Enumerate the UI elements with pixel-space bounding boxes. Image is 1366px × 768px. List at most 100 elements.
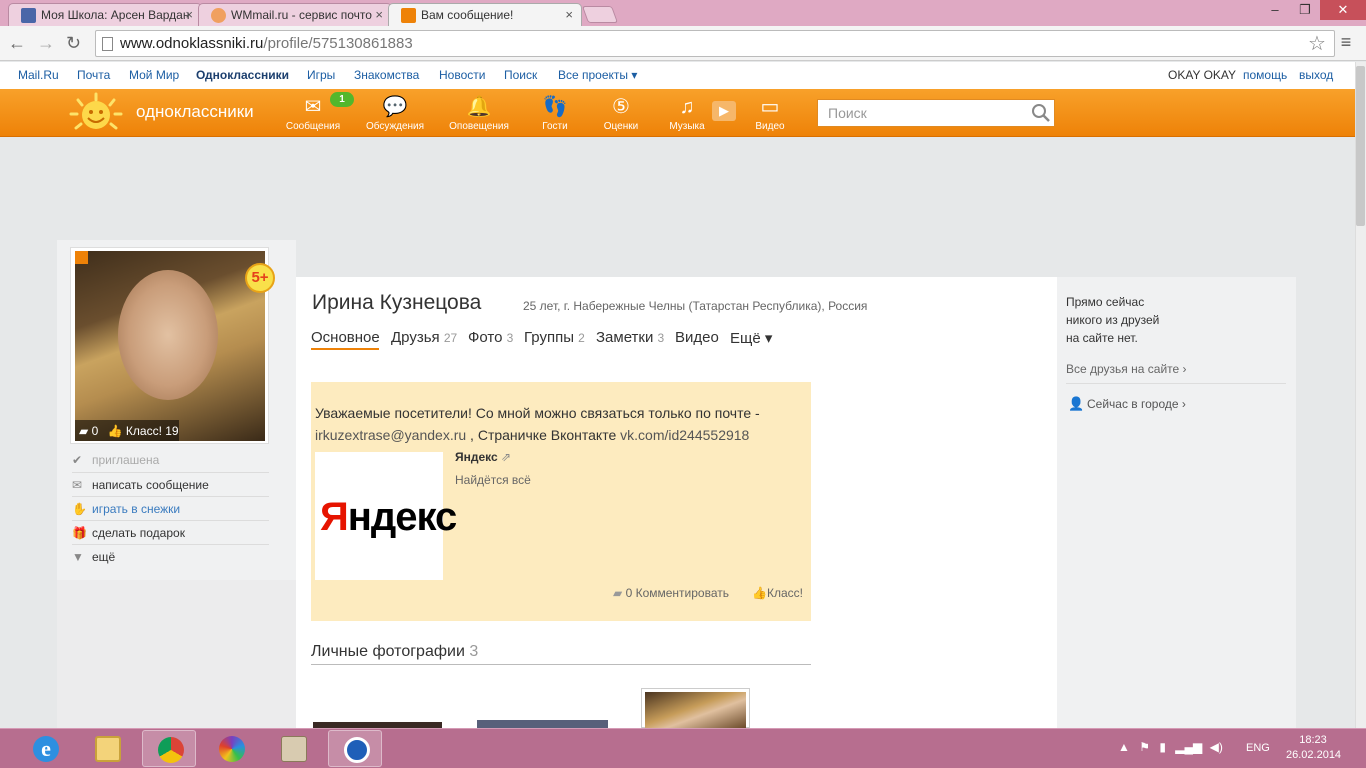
tool-taskbar-button[interactable] <box>266 730 320 767</box>
thumbs-up-icon: 👍 <box>107 424 123 438</box>
bell-icon: 🔔 <box>466 96 492 118</box>
portal-link-poisk[interactable]: Поиск <box>504 68 537 82</box>
rating-badge[interactable]: 5+ <box>245 263 275 293</box>
nav-label: Сообщения <box>285 121 341 132</box>
forward-arrow-icon[interactable]: → <box>37 33 55 54</box>
tab-notes[interactable]: Заметки 3 <box>596 329 664 346</box>
photos-heading[interactable]: Личные фотографии 3 <box>311 643 478 661</box>
app-taskbar-button[interactable] <box>204 730 258 767</box>
new-tab-button[interactable] <box>581 6 619 23</box>
sun-logo-icon[interactable] <box>68 92 124 136</box>
portal-link-mailru[interactable]: Mail.Ru <box>18 68 59 82</box>
tab-ok-message[interactable]: Вам сообщение! × <box>388 3 582 26</box>
tab-count: 3 <box>657 331 665 345</box>
all-friends-online-link[interactable]: Все друзья на сайте › <box>1066 362 1187 376</box>
check-icon: ✔ <box>72 453 83 467</box>
nav-ratings[interactable]: ⑤ Оценки <box>586 95 656 132</box>
close-tab-icon[interactable]: × <box>565 7 573 22</box>
nav-discussions[interactable]: 💬 Обсуждения <box>360 95 430 132</box>
tab-main[interactable]: Основное <box>311 329 380 346</box>
taskbar-clock[interactable]: 18:23 26.02.2014 <box>1286 733 1341 763</box>
klass-button[interactable]: 👍Класс! <box>752 586 803 600</box>
tab-label: Моя Школа: Арсен Вардан <box>41 8 190 22</box>
photo-thumbnail[interactable] <box>477 720 608 728</box>
close-tab-icon[interactable]: × <box>185 7 193 22</box>
show-hidden-icons-icon[interactable]: ▲ <box>1118 740 1130 754</box>
close-tab-icon[interactable]: × <box>375 7 383 22</box>
tab-myschool[interactable]: Моя Школа: Арсен Вардан × <box>8 3 202 26</box>
footprints-icon: 👣 <box>542 96 568 118</box>
folder-icon <box>95 736 121 762</box>
back-arrow-icon[interactable]: ← <box>8 33 26 54</box>
logout-link[interactable]: выход <box>1299 68 1333 82</box>
myschool-favicon-icon <box>21 8 36 23</box>
portal-link-igry[interactable]: Игры <box>307 68 335 82</box>
language-indicator[interactable]: ENG <box>1246 742 1270 754</box>
tab-groups[interactable]: Группы 2 <box>524 329 585 346</box>
tab-wmmail[interactable]: WMmail.ru - сервис почто × <box>198 3 392 26</box>
url-path: /profile/575130861883 <box>263 35 413 52</box>
portal-link-novosti[interactable]: Новости <box>439 68 485 82</box>
logo-first-letter: Я <box>320 495 349 539</box>
photo-thumbnail[interactable] <box>645 692 746 728</box>
portal-link-znakomstva[interactable]: Знакомства <box>354 68 419 82</box>
brand-name[interactable]: одноклассники <box>136 102 254 122</box>
scrollbar-thumb[interactable] <box>1356 66 1365 226</box>
bookmark-star-icon[interactable]: ☆ <box>1308 31 1326 56</box>
nav-label: Оценки <box>603 121 639 132</box>
system-tray[interactable]: ▲ ⚑ ▮ ▂▄▆ ◀) <box>1118 740 1223 754</box>
flag-icon[interactable]: ⚑ <box>1139 740 1150 754</box>
play-icon[interactable]: ▶ <box>712 101 736 121</box>
comment-label: 0 Комментировать <box>625 586 729 600</box>
tab-more[interactable]: Ещё ▾ <box>730 329 772 347</box>
battery-icon[interactable]: ▮ <box>1159 740 1166 754</box>
maximize-button[interactable]: ❐ <box>1290 0 1320 20</box>
status-line: никого из друзей <box>1066 313 1160 327</box>
ie-taskbar-button[interactable]: e <box>18 730 72 767</box>
ccleaner-taskbar-button[interactable] <box>328 730 382 767</box>
nav-notifications[interactable]: 🔔 Оповещения <box>444 95 514 132</box>
browser-menu-icon[interactable]: ≡ <box>1336 32 1356 53</box>
comment-icon: ▰ <box>613 586 623 600</box>
portal-link-moimir[interactable]: Мой Мир <box>129 68 179 82</box>
help-link[interactable]: помощь <box>1243 68 1287 82</box>
close-window-button[interactable]: ✕ <box>1320 0 1366 20</box>
chrome-taskbar-button[interactable] <box>142 730 196 767</box>
ratings-icon: ⑤ <box>612 96 630 118</box>
tab-label: Заметки <box>596 329 654 346</box>
right-divider <box>1066 383 1286 384</box>
now-in-city-link[interactable]: Сейчас в городе › <box>1087 397 1186 411</box>
action-more[interactable]: ▼ ещё <box>72 544 269 568</box>
action-snowballs[interactable]: ✋ играть в снежки <box>72 496 269 520</box>
action-gift[interactable]: 🎁 сделать подарок <box>72 520 269 544</box>
portal-link-all-projects[interactable]: Все проекты ▾ <box>558 68 637 82</box>
nav-label: Видео <box>755 121 785 132</box>
vk-link[interactable]: vk.com/id244552918 <box>620 427 749 443</box>
volume-icon[interactable]: ◀) <box>1210 740 1223 754</box>
explorer-taskbar-button[interactable] <box>80 730 134 767</box>
tab-label: Группы <box>524 329 574 346</box>
tab-friends[interactable]: Друзья 27 <box>391 329 457 346</box>
avatar-stats[interactable]: ▰ 0 👍 Класс! 19 <box>75 420 179 441</box>
ok-favicon-icon <box>401 8 416 23</box>
reload-icon[interactable]: ↻ <box>66 33 81 54</box>
nav-video[interactable]: ▭ Видео <box>735 95 805 132</box>
search-icon[interactable] <box>1030 103 1052 123</box>
tab-photos[interactable]: Фото 3 <box>468 329 513 346</box>
portal-username[interactable]: OKAY OKAY <box>1168 68 1236 82</box>
portal-link-pochta[interactable]: Почта <box>77 68 110 82</box>
link-preview-title[interactable]: Яндекс ⇗ <box>455 450 511 464</box>
search-input[interactable]: Поиск <box>817 99 1055 127</box>
messages-count-badge: 1 <box>330 92 354 107</box>
minimize-button[interactable]: – <box>1260 0 1290 20</box>
portal-link-odnoklassniki[interactable]: Одноклассники <box>196 68 289 82</box>
action-write-message[interactable]: ✉ написать сообщение <box>72 472 269 496</box>
nav-guests[interactable]: 👣 Гости <box>520 95 590 132</box>
comment-button[interactable]: ▰ 0 Комментировать <box>613 586 729 600</box>
email-link[interactable]: irkuzextrase@yandex.ru <box>315 427 466 443</box>
link-title: Яндекс <box>455 450 498 464</box>
action-label: приглашена <box>92 453 160 467</box>
url-input[interactable]: www.odnoklassniki.ru/profile/57513086188… <box>95 30 1335 57</box>
network-signal-icon[interactable]: ▂▄▆ <box>1175 740 1202 754</box>
tab-video[interactable]: Видео <box>675 329 719 346</box>
